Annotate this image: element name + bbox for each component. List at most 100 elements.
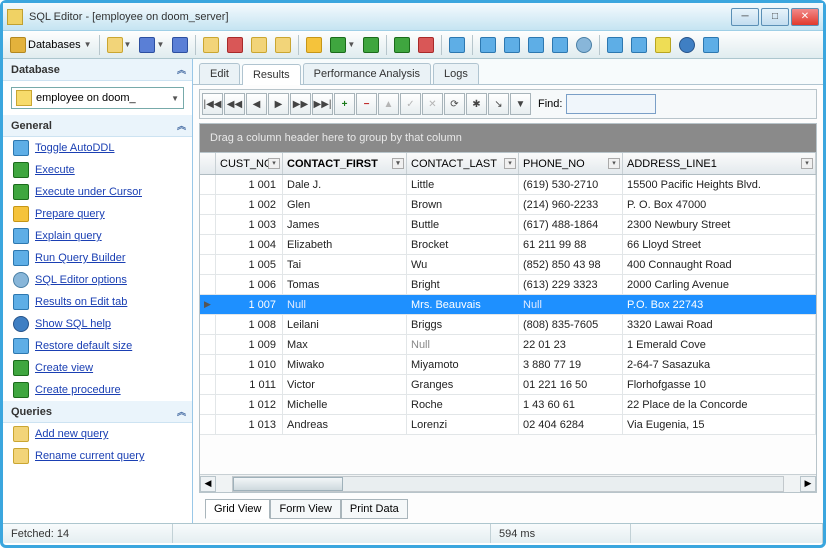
dup-icon xyxy=(251,37,267,53)
queries-panel-header[interactable]: Queries︽ xyxy=(3,401,192,423)
nav-prevpage[interactable]: ◀◀ xyxy=(224,93,245,115)
scroll-left-arrow[interactable]: ◀ xyxy=(200,476,216,492)
nav-delete[interactable]: − xyxy=(356,93,377,115)
create-view-link[interactable]: Create view xyxy=(3,357,192,379)
results-edit-link[interactable]: Results on Edit tab xyxy=(3,291,192,313)
group-by-box[interactable]: Drag a column header here to group by th… xyxy=(199,123,817,153)
horizontal-scrollbar[interactable]: ◀ ▶ xyxy=(200,474,816,492)
open-button[interactable]: ▼ xyxy=(104,34,135,56)
export1-button[interactable] xyxy=(477,34,499,56)
rollback-button[interactable] xyxy=(415,34,437,56)
hdr-contact-first[interactable]: CONTACT_FIRST▾ xyxy=(283,153,407,174)
tab-results[interactable]: Results xyxy=(242,64,301,85)
database-selector[interactable]: employee on doom_▼ xyxy=(11,87,184,109)
table-row[interactable]: 1 006TomasBright(613) 229 33232000 Carli… xyxy=(200,275,816,295)
nav-bookmark[interactable]: ✱ xyxy=(466,93,487,115)
find-input[interactable] xyxy=(566,94,656,114)
tab-form-view[interactable]: Form View xyxy=(270,499,340,519)
nav-nextpage[interactable]: ▶▶ xyxy=(290,93,311,115)
hdr-address[interactable]: ADDRESS_LINE1▾ xyxy=(623,153,816,174)
find-button[interactable] xyxy=(446,34,468,56)
table-row[interactable]: ▶1 007NullMrs. BeauvaisNullP.O. Box 2274… xyxy=(200,295,816,315)
tab-logs[interactable]: Logs xyxy=(433,63,479,84)
export3-button[interactable] xyxy=(525,34,547,56)
saveall-icon xyxy=(172,37,188,53)
execute-button[interactable]: ▼ xyxy=(327,34,358,56)
table-row[interactable]: 1 010MiwakoMiyamoto3 880 77 192-64-7 Sas… xyxy=(200,355,816,375)
commit-button[interactable] xyxy=(391,34,413,56)
query-builder-link[interactable]: Run Query Builder xyxy=(3,247,192,269)
nav-cancel[interactable]: ✕ xyxy=(422,93,443,115)
tab-edit[interactable]: Edit xyxy=(199,63,240,84)
table-row[interactable]: 1 013AndreasLorenzi02 404 6284Via Eugeni… xyxy=(200,415,816,435)
execute-link[interactable]: Execute xyxy=(3,159,192,181)
close-button[interactable]: ✕ xyxy=(791,8,819,26)
tb-dup[interactable] xyxy=(248,34,270,56)
nav-add[interactable]: + xyxy=(334,93,355,115)
table-row[interactable]: 1 001Dale J.Little(619) 530-271015500 Pa… xyxy=(200,175,816,195)
prepare-link[interactable]: Prepare query xyxy=(3,203,192,225)
tb-del[interactable] xyxy=(224,34,246,56)
table-row[interactable]: 1 004ElizabethBrocket61 211 99 8866 Lloy… xyxy=(200,235,816,255)
database-panel-header[interactable]: Database︽ xyxy=(3,59,192,81)
status-bar: Fetched: 14 594 ms xyxy=(3,523,823,543)
general-panel-header[interactable]: General︽ xyxy=(3,115,192,137)
table-row[interactable]: 1 012MichelleRoche1 43 60 6122 Place de … xyxy=(200,395,816,415)
export2-button[interactable] xyxy=(501,34,523,56)
export4-icon xyxy=(552,37,568,53)
saveall-button[interactable] xyxy=(169,34,191,56)
rename-icon xyxy=(275,37,291,53)
table-row[interactable]: 1 003JamesButtle(617) 488-18642300 Newbu… xyxy=(200,215,816,235)
exec-cursor-button[interactable] xyxy=(360,34,382,56)
builder-icon xyxy=(13,250,29,266)
prepare-button[interactable] xyxy=(303,34,325,56)
options-link[interactable]: SQL Editor options xyxy=(3,269,192,291)
tab-print-data[interactable]: Print Data xyxy=(341,499,408,519)
toggle-autoddl-link[interactable]: Toggle AutoDDL xyxy=(3,137,192,159)
nav-post[interactable]: ✓ xyxy=(400,93,421,115)
scrollbar-thumb[interactable] xyxy=(233,477,343,491)
table-row[interactable]: 1 009MaxNull22 01 231 Emerald Cove xyxy=(200,335,816,355)
nav-goto[interactable]: ↘ xyxy=(488,93,509,115)
hdr-contact-last[interactable]: CONTACT_LAST▾ xyxy=(407,153,519,174)
add-query-link[interactable]: Add new query xyxy=(3,423,192,445)
restore-size-link[interactable]: Restore default size xyxy=(3,335,192,357)
nav-edit[interactable]: ▲ xyxy=(378,93,399,115)
extra2-button[interactable] xyxy=(628,34,650,56)
hdr-cust-no[interactable]: CUST_NO▾ xyxy=(216,153,283,174)
play-icon xyxy=(13,162,29,178)
databases-dropdown[interactable]: Databases▼ xyxy=(7,34,95,56)
nav-first[interactable]: |◀◀ xyxy=(202,93,223,115)
hdr-phone[interactable]: PHONE_NO▾ xyxy=(519,153,623,174)
create-proc-link[interactable]: Create procedure xyxy=(3,379,192,401)
nav-next[interactable]: ▶ xyxy=(268,93,289,115)
nav-prev[interactable]: ◀ xyxy=(246,93,267,115)
table-row[interactable]: 1 008LeilaniBriggs(808) 835-76053320 Law… xyxy=(200,315,816,335)
tab-grid-view[interactable]: Grid View xyxy=(205,499,270,519)
explain-link[interactable]: Explain query xyxy=(3,225,192,247)
table-row[interactable]: 1 002GlenBrown(214) 960-2233P. O. Box 47… xyxy=(200,195,816,215)
extra3-button[interactable] xyxy=(652,34,674,56)
restore-button[interactable] xyxy=(700,34,722,56)
scroll-right-arrow[interactable]: ▶ xyxy=(800,476,816,492)
maximize-button[interactable]: □ xyxy=(761,8,789,26)
rename-icon xyxy=(13,448,29,464)
tb-new[interactable] xyxy=(200,34,222,56)
nav-filter[interactable]: ▼ xyxy=(510,93,531,115)
sql-help-link[interactable]: Show SQL help xyxy=(3,313,192,335)
tab-performance[interactable]: Performance Analysis xyxy=(303,63,431,84)
export3-icon xyxy=(528,37,544,53)
help-button[interactable] xyxy=(676,34,698,56)
execute-cursor-link[interactable]: Execute under Cursor xyxy=(3,181,192,203)
extra1-button[interactable] xyxy=(604,34,626,56)
table-row[interactable]: 1 011VictorGranges01 221 16 50Florhofgas… xyxy=(200,375,816,395)
export4-button[interactable] xyxy=(549,34,571,56)
cfg-button[interactable] xyxy=(573,34,595,56)
save-button[interactable]: ▼ xyxy=(136,34,167,56)
tb-ren[interactable] xyxy=(272,34,294,56)
nav-last[interactable]: ▶▶| xyxy=(312,93,333,115)
table-row[interactable]: 1 005TaiWu(852) 850 43 98400 Connaught R… xyxy=(200,255,816,275)
rename-query-link[interactable]: Rename current query xyxy=(3,445,192,467)
minimize-button[interactable]: ─ xyxy=(731,8,759,26)
nav-refresh[interactable]: ⟳ xyxy=(444,93,465,115)
